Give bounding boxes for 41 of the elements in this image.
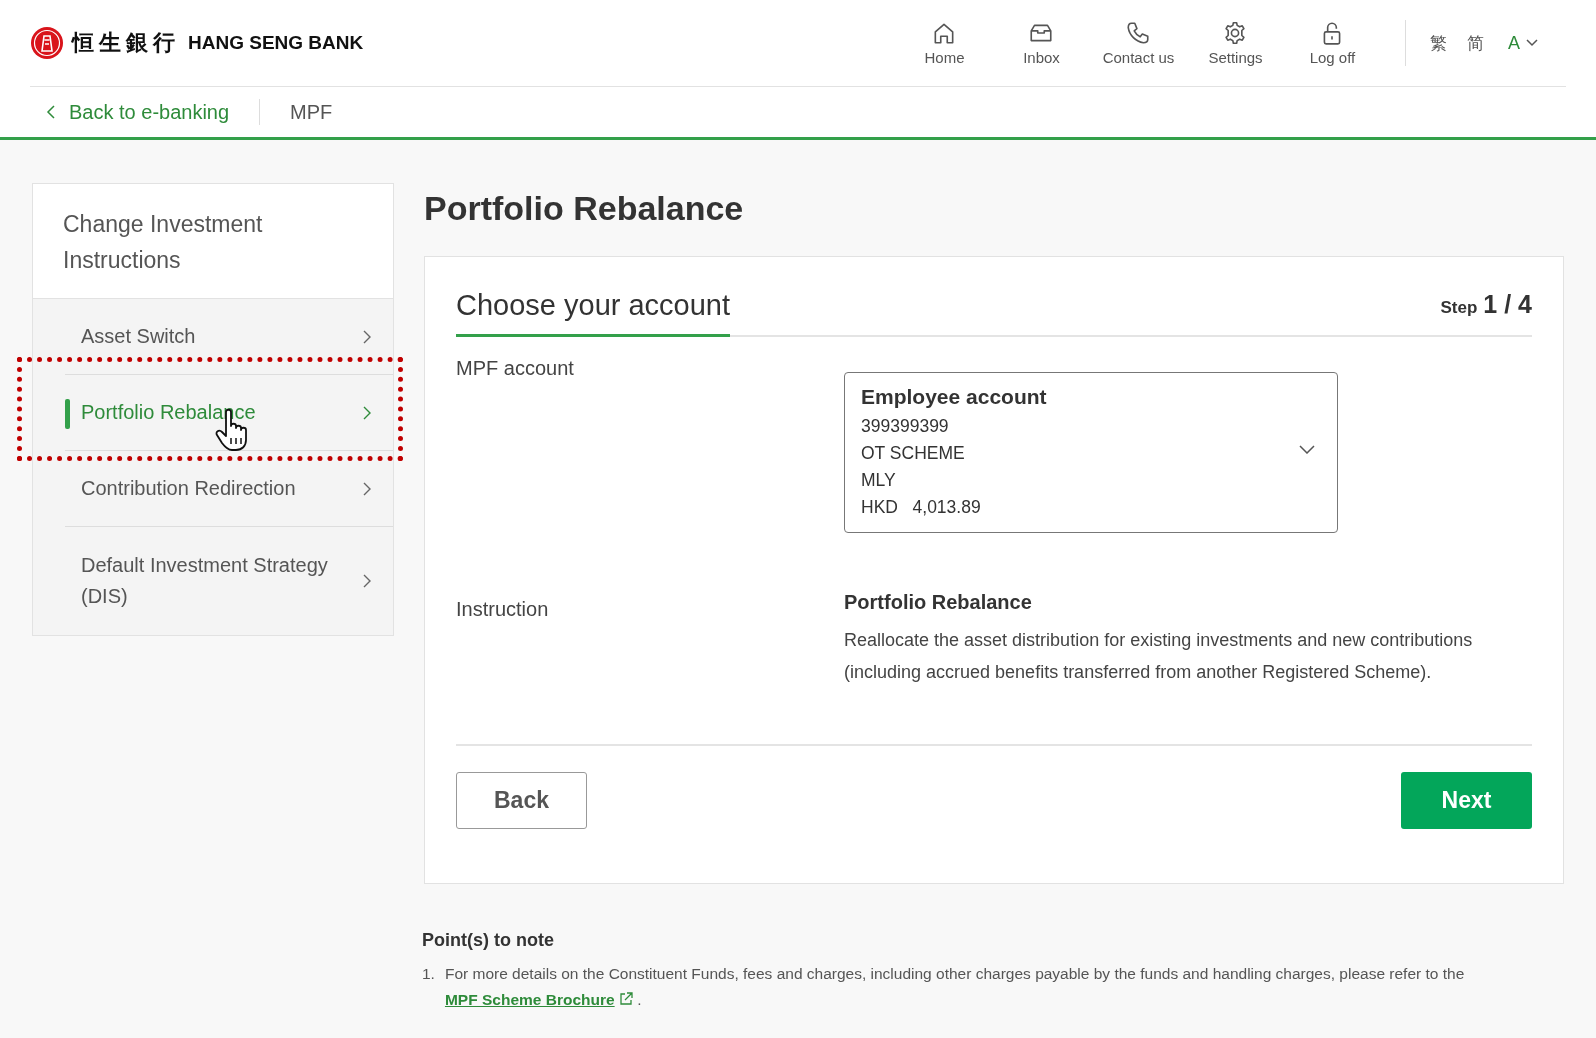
instruction-title: Portfolio Rebalance [844,591,1033,614]
notes-heading: Point(s) to note [422,930,555,951]
brochure-link[interactable]: MPF Scheme Brochure [444,991,615,1008]
note-text: For more details on the Constituent Funds, fees and charges, including other charges payable by the funds and handling charges, please refer to the MPF Scheme Brochure . [444,964,1466,1010]
phone-icon [1125,20,1152,46]
nav-phone-button[interactable]: Contact us [1090,20,1187,66]
breadcrumb-current: MPF [290,100,333,124]
nav-inbox-button[interactable]: Inbox [993,20,1090,66]
section-heading: Choose your account [456,289,731,337]
back-button[interactable]: Back [456,772,587,829]
step-label: Step [1440,298,1478,318]
caret-icon [1526,39,1538,47]
language-link[interactable]: 简 [1467,31,1484,55]
external-link-icon [618,992,633,1006]
sidebar-item[interactable]: Asset Switch [65,299,393,375]
nav-home-button[interactable]: Home [896,20,993,66]
bank-name: HANG SENG BANK [188,32,364,54]
sidebar-item[interactable]: Default Investment Strategy (DIS) [65,527,393,635]
field-label: MPF account [456,356,575,381]
step-counter: 1 / 4 [1483,290,1532,319]
page-title: Portfolio Rebalance [424,189,745,228]
chevron-right-icon [363,405,371,420]
field-label: Instruction [456,597,550,622]
chevron-down-icon [1299,445,1315,454]
back-link[interactable]: Back to e-banking [46,100,230,124]
chevron-right-icon [363,329,371,344]
bank-logo-icon [30,26,64,60]
instruction-description: Reallocate the asset distribution for existing investments and new contributions (including accrued benefits transferred from another Registered Scheme). [844,629,1474,684]
nav-log-off-button[interactable]: Log off [1284,20,1381,66]
chevron-left-icon [46,105,55,119]
text-size-button[interactable]: A [1502,31,1544,55]
chevron-right-icon [363,481,371,496]
nav-settings-button[interactable]: Settings [1187,20,1284,66]
account-dropdown[interactable]: Employee account 399399399 OT SCHEME MLY HKD 4,013.89 [844,372,1338,533]
sidebar-item[interactable]: Contribution Redirection [65,451,393,527]
chevron-right-icon [363,574,371,588]
language-link[interactable]: 繁 [1430,31,1447,55]
selection-indicator [65,399,70,429]
bank-name-chinese: 恒生銀行 [72,28,180,57]
list-number: 1. [422,964,435,984]
sidebar-title: Change Investment Instructions [33,184,393,299]
